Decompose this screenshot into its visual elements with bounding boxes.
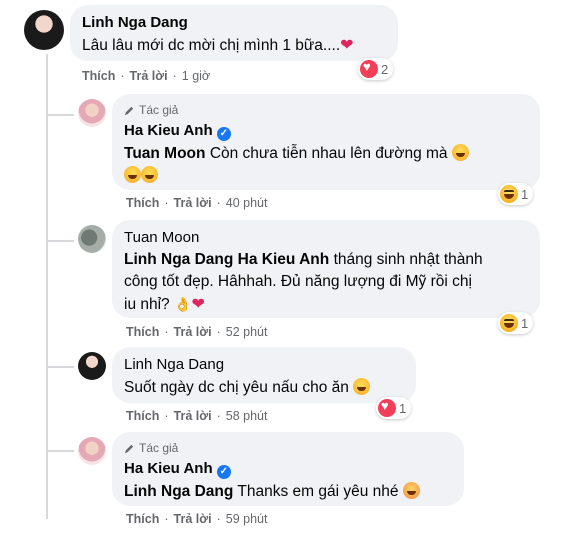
like-button[interactable]: Thích [126, 325, 159, 339]
comment-bubble: Tác giả Ha Kieu Anh ✓ Tuan Moon Còn chưa… [112, 94, 540, 190]
comment-author[interactable]: Ha Kieu Anh [124, 122, 213, 139]
comment-author[interactable]: Tuan Moon [124, 228, 528, 247]
comment-text: Còn chưa tiễn nhau lên đường mà [209, 145, 448, 162]
reaction-count: 1 [399, 400, 407, 416]
haha-reaction-icon [500, 314, 518, 332]
reaction-summary[interactable]: 1 [376, 397, 412, 419]
thread-connector [46, 114, 74, 116]
like-button[interactable]: Thích [126, 409, 159, 423]
thread-connector [46, 366, 74, 368]
avatar[interactable] [78, 437, 106, 465]
comment-bubble: Linh Nga Dang Lâu lâu mới dc mời chị mìn… [70, 5, 398, 61]
mention-link[interactable]: Tuan Moon [124, 145, 206, 162]
comment-timestamp[interactable]: 59 phút [226, 512, 268, 526]
reply-button[interactable]: Trả lời [174, 409, 212, 423]
comment-text: iu nhỉ? [124, 296, 170, 313]
comment-actions: Thích · Trả lời · 58 phút [126, 409, 268, 423]
ok-hand-emoji-icon: 👌 [174, 296, 192, 312]
heart-emoji-icon: ❤ [191, 296, 205, 313]
reaction-summary[interactable]: 1 [498, 183, 534, 205]
reply-button[interactable]: Trả lời [130, 69, 168, 83]
smiling-hearts-emoji-icon [402, 482, 420, 499]
comment-author[interactable]: Linh Nga Dang [82, 13, 386, 32]
avatar[interactable] [78, 352, 106, 380]
comment-text: Thanks em gái yêu nhé [237, 483, 399, 500]
comment-author[interactable]: Linh Nga Dang [124, 355, 404, 374]
comment-text: công tốt đẹp. Hâhhah. Đủ năng lượng đi M… [124, 273, 472, 290]
comment-text: Suốt ngày dc chị yêu nấu cho ăn [124, 379, 349, 396]
like-button[interactable]: Thích [126, 512, 159, 526]
author-tag: Tác giả [124, 440, 452, 456]
comment-timestamp[interactable]: 1 giờ [182, 69, 210, 83]
heart-emoji-icon: ❤ [340, 37, 354, 54]
reply-button[interactable]: Trả lời [174, 512, 212, 526]
comment-text: Lâu lâu mới dc mời chị mình 1 bữa.... [82, 37, 341, 54]
heart-reaction-icon [378, 398, 396, 417]
mention-link[interactable]: Linh Nga Dang [124, 483, 233, 500]
pencil-icon [124, 444, 134, 453]
laughing-emoji-icon [124, 166, 141, 183]
comment-actions: Thích · Trả lời · 52 phút [126, 325, 268, 339]
author-tag: Tác giả [124, 102, 528, 118]
comment-actions: Thích · Trả lời · 1 giờ [82, 69, 211, 83]
laughing-emoji-icon [141, 166, 158, 183]
comment-actions: Thích · Trả lời · 40 phút [126, 196, 268, 210]
comment-timestamp[interactable]: 52 phút [226, 325, 268, 339]
mention-link[interactable]: Ha Kieu Anh [238, 251, 330, 268]
thread-connector [46, 240, 74, 242]
comment-bubble: Tuan Moon Linh Nga Dang Ha Kieu Anh thán… [112, 220, 540, 318]
comment-timestamp[interactable]: 40 phút [226, 196, 268, 210]
grinning-emoji-icon [353, 378, 371, 395]
author-tag-label: Tác giả [139, 441, 179, 455]
avatar[interactable] [24, 10, 64, 50]
reaction-summary[interactable]: 1 [498, 312, 534, 334]
like-button[interactable]: Thích [126, 196, 159, 210]
thread-connector [46, 450, 74, 452]
author-tag-label: Tác giả [139, 103, 179, 117]
reaction-count: 2 [381, 61, 389, 77]
comment-bubble: Tác giả Ha Kieu Anh ✓ Linh Nga Dang Than… [112, 432, 464, 506]
verified-badge-icon: ✓ [216, 465, 231, 479]
comment-timestamp[interactable]: 58 phút [226, 409, 268, 423]
pencil-icon [124, 106, 134, 115]
reaction-count: 1 [521, 315, 529, 331]
verified-badge-icon: ✓ [216, 127, 231, 141]
avatar[interactable] [78, 225, 106, 253]
like-button[interactable]: Thích [82, 69, 115, 83]
reaction-count: 1 [521, 186, 529, 202]
reply-button[interactable]: Trả lời [174, 325, 212, 339]
avatar[interactable] [78, 99, 106, 127]
reply-button[interactable]: Trả lời [174, 196, 212, 210]
comment-text: tháng sinh nhật thành [333, 251, 483, 268]
laughing-emoji-icon [451, 144, 469, 161]
comment-actions: Thích · Trả lời · 59 phút [126, 512, 268, 526]
mention-link[interactable]: Linh Nga Dang [124, 251, 233, 268]
comment-bubble: Linh Nga Dang Suốt ngày dc chị yêu nấu c… [112, 347, 416, 403]
comment-author[interactable]: Ha Kieu Anh [124, 460, 213, 477]
haha-reaction-icon [500, 185, 518, 203]
heart-reaction-icon [360, 59, 378, 78]
reaction-summary[interactable]: 2 [358, 58, 394, 80]
